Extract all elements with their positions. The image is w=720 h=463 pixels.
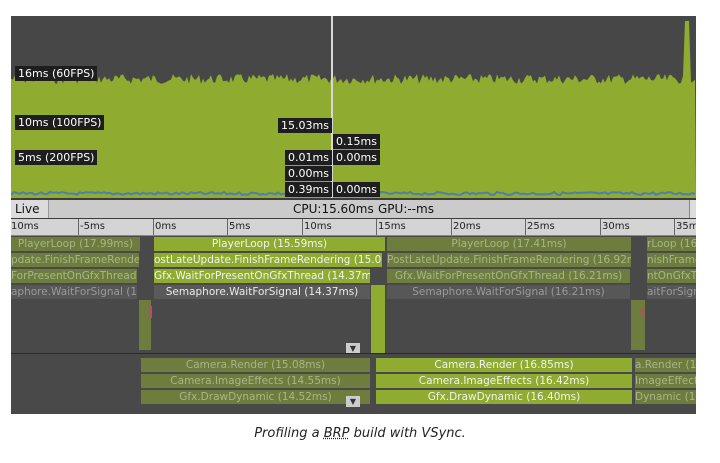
sample-image-effects-current[interactable]: Camera.ImageEffects (14.55ms): [141, 374, 370, 388]
sample-finishframe-current[interactable]: ostLateUpdate.FinishFrameRendering (15.0…: [154, 253, 382, 267]
sample-draw-dynamic-next[interactable]: Gfx.DrawDynamic (16.40ms): [376, 390, 632, 404]
sample-finishframe-after[interactable]: nishFrameRe: [647, 253, 696, 267]
sample-finishframe-next[interactable]: PostLateUpdate.FinishFrameRendering (16.…: [387, 253, 631, 267]
fps-label-60: 16ms (60FPS): [15, 66, 98, 81]
value-label-f: 0.39ms: [285, 182, 332, 197]
figure-caption: Profiling a BRP build with VSync.: [0, 426, 720, 441]
timeline-view[interactable]: PlayerLoop (17.99ms) pdate.FinishFrameRe…: [11, 236, 696, 414]
ruler-tick: -5ms: [78, 219, 105, 235]
profiler-status-bar: Live CPU:15.60ms GPU:--ms: [11, 200, 696, 218]
sample-waitpresent-current[interactable]: Gfx.WaitForPresentOnGfxThread (14.37ms): [154, 269, 370, 283]
fps-label-100: 10ms (100FPS): [15, 115, 105, 130]
status-bar-end: [689, 200, 696, 218]
sample-image-effects-after[interactable]: ImageEffect: [635, 374, 696, 388]
sample-draw-dynamic-current[interactable]: Gfx.DrawDynamic (14.52ms): [141, 390, 370, 404]
sample-sliver-red: [149, 306, 152, 318]
sample-waitpresent-next[interactable]: Gfx.WaitForPresentOnGfxThread (16.21ms): [387, 269, 630, 283]
value-label-b: 0.15ms: [333, 134, 380, 149]
sample-semaphore-prev[interactable]: aphore.WaitForSignal (16.7: [11, 285, 137, 299]
sample-playerloop-after[interactable]: rLoop (16.: [647, 237, 696, 251]
sample-finishframe-prev[interactable]: pdate.FinishFrameRendering: [11, 253, 139, 267]
fps-label-200: 5ms (200FPS): [15, 150, 98, 165]
value-label-e: 0.00ms: [285, 166, 332, 181]
ruler-tick: 5ms: [227, 219, 250, 235]
thread-separator: [11, 353, 696, 354]
ruler-tick: 15ms: [376, 219, 406, 235]
collapse-toggle-icon[interactable]: ▼: [346, 396, 360, 407]
sample-semaphore-next[interactable]: Semaphore.WaitForSignal (16.21ms): [387, 285, 630, 299]
ruler-tick: 0ms: [153, 219, 176, 235]
sample-draw-dynamic-after[interactable]: Dynamic (1: [635, 390, 696, 404]
caption-text-after: build with VSync.: [349, 426, 466, 441]
sample-waitpresent-prev[interactable]: ForPresentOnGfxThread (: [11, 269, 137, 283]
sample-semaphore-current[interactable]: Semaphore.WaitForSignal (14.37ms): [154, 285, 370, 299]
sample-sliver-red-2: [641, 308, 644, 318]
ruler-tick: 20ms: [451, 219, 481, 235]
ruler-tick: 10ms: [11, 221, 39, 232]
frame-time-area: [11, 21, 696, 198]
profiler-window: 16ms (60FPS) 10ms (100FPS) 5ms (200FPS) …: [11, 16, 696, 414]
ruler-tick: 30ms: [600, 219, 630, 235]
sample-camera-render-next[interactable]: Camera.Render (16.85ms): [376, 358, 632, 372]
value-label-main: 15.03ms: [278, 118, 332, 133]
gpu-time: GPU:--ms: [378, 202, 434, 216]
cpu-usage-chart[interactable]: 16ms (60FPS) 10ms (100FPS) 5ms (200FPS) …: [11, 16, 696, 198]
sample-image-effects-next[interactable]: Camera.ImageEffects (16.42ms): [376, 374, 632, 388]
value-label-c: 0.01ms: [285, 150, 332, 165]
cpu-time: CPU:15.60ms: [293, 202, 374, 216]
live-button[interactable]: Live: [11, 200, 49, 218]
time-ruler[interactable]: 10ms -5ms 0ms 5ms 10ms 15ms 20ms 25ms 30…: [11, 219, 696, 236]
sample-slivers-current: [371, 285, 385, 353]
sample-playerloop-prev[interactable]: PlayerLoop (17.99ms): [11, 237, 140, 251]
ruler-tick: 25ms: [525, 219, 555, 235]
value-label-g: 0.00ms: [333, 182, 380, 197]
ruler-tick: 35m: [674, 219, 696, 235]
sample-playerloop-next[interactable]: PlayerLoop (17.41ms): [387, 237, 631, 251]
sample-camera-render-after[interactable]: a.Render (16: [635, 358, 696, 372]
value-label-d: 0.00ms: [333, 150, 380, 165]
sample-semaphore-after[interactable]: aitForSign: [647, 285, 696, 299]
sample-playerloop-current[interactable]: PlayerLoop (15.59ms): [154, 237, 385, 251]
caption-text-before: Profiling a: [254, 426, 324, 441]
ruler-tick: 10ms: [302, 219, 332, 235]
sample-waitpresent-after[interactable]: ntOnGfxTh: [647, 269, 696, 283]
sample-camera-render-current[interactable]: Camera.Render (15.08ms): [141, 358, 370, 372]
caption-acronym: BRP: [323, 426, 350, 441]
